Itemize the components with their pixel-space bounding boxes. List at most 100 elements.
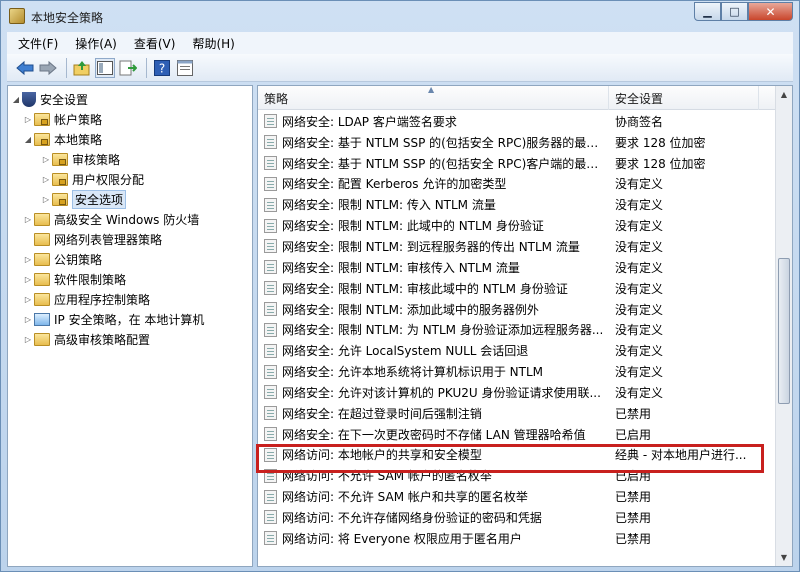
table-row[interactable]: 网络安全: 限制 NTLM: 传入 NTLM 流量 没有定义 (258, 194, 776, 215)
policy-name: 网络安全: 基于 NTLM SSP 的(包括安全 RPC)客户端的最小... (282, 156, 609, 171)
security-setting-value: 没有定义 (615, 344, 664, 359)
minimize-icon: ▁ (703, 5, 712, 18)
table-row[interactable]: 网络安全: 基于 NTLM SSP 的(包括安全 RPC)客户端的最小... 要求… (258, 153, 776, 174)
scroll-thumb[interactable] (778, 258, 790, 404)
properties-button[interactable] (175, 58, 195, 78)
maximize-button[interactable]: □ (721, 2, 748, 21)
table-row[interactable]: 网络安全: 限制 NTLM: 到远程服务器的传出 NTLM 流量 没有定义 (258, 236, 776, 257)
tree-item-account-policies[interactable]: ▷ 帐户策略 (22, 109, 102, 129)
policy-icon (264, 260, 277, 275)
collapsed-arrow-icon[interactable]: ▷ (22, 315, 34, 324)
tree-item-advanced-audit[interactable]: ▷ 高级审核策略配置 (22, 329, 150, 349)
locked-folder-icon (34, 132, 50, 146)
table-row[interactable]: 网络安全: 基于 NTLM SSP 的(包括安全 RPC)服务器的最小... 要求… (258, 132, 776, 153)
column-header-setting[interactable]: 安全设置 (609, 86, 759, 110)
policy-cell: 网络访问: 将 Everyone 权限应用于匿名用户 (258, 530, 609, 547)
policy-name: 网络访问: 将 Everyone 权限应用于匿名用户 (282, 531, 522, 546)
security-setting-value: 已禁用 (615, 490, 652, 505)
policy-cell: 网络安全: 限制 NTLM: 为 NTLM 身份验证添加远程服务器... (258, 321, 609, 338)
security-setting-value: 已禁用 (615, 531, 652, 546)
computer-icon (34, 312, 50, 326)
navigation-tree: ◢ 安全设置 ▷ 帐户策略 ◢ 本地策略 ▷ 审核策略 ▷ 用户权限分配 ▷ 安… (7, 85, 253, 567)
policy-icon (264, 218, 277, 233)
tree-item-label: 软件限制策略 (54, 272, 127, 287)
vertical-scrollbar[interactable]: ▲ ▼ (775, 86, 792, 566)
up-folder-button[interactable] (72, 58, 92, 78)
collapsed-arrow-icon[interactable]: ▷ (40, 195, 52, 204)
tree-item-ip-security[interactable]: ▷ IP 安全策略，在 本地计算机 (22, 309, 204, 329)
close-icon: ✕ (765, 4, 776, 19)
table-row[interactable]: 网络安全: 在超过登录时间后强制注销 已禁用 (258, 403, 776, 424)
policy-name: 网络安全: 允许对该计算机的 PKU2U 身份验证请求使用联... (282, 385, 601, 400)
policy-cell: 网络访问: 不允许 SAM 帐户和共享的匿名枚举 (258, 488, 609, 505)
tree-item-local-policies[interactable]: ◢ 本地策略 (22, 129, 102, 149)
tree-item-public-key[interactable]: ▷ 公钥策略 (22, 249, 102, 269)
column-header-policy[interactable]: ▲ 策略 (258, 86, 609, 110)
policy-icon (264, 322, 277, 337)
tree-item-firewall[interactable]: ▷ 高级安全 Windows 防火墙 (22, 209, 199, 229)
expanded-arrow-icon[interactable]: ◢ (22, 135, 34, 144)
scroll-up-icon[interactable]: ▲ (776, 86, 792, 103)
policy-name: 网络安全: 在下一次更改密码时不存储 LAN 管理器哈希值 (282, 427, 586, 442)
scroll-down-icon[interactable]: ▼ (776, 549, 792, 566)
locked-folder-icon (34, 112, 50, 126)
forward-button[interactable] (38, 58, 58, 78)
table-row[interactable]: 网络访问: 不允许存储网络身份验证的密码和凭据 已禁用 (258, 507, 776, 528)
help-button[interactable]: ? (152, 58, 172, 78)
tree-item-user-rights[interactable]: ▷ 用户权限分配 (40, 169, 144, 189)
show-tree-button[interactable] (95, 57, 115, 78)
security-settings-icon (22, 91, 36, 107)
table-row[interactable]: 网络安全: 限制 NTLM: 为 NTLM 身份验证添加远程服务器... 没有定义 (258, 319, 776, 340)
tree-item-label: 高级安全 Windows 防火墙 (54, 212, 200, 227)
title-bar[interactable]: 本地安全策略 ▁ □ ✕ (1, 1, 799, 31)
expanded-arrow-icon[interactable]: ◢ (10, 95, 22, 104)
table-row[interactable]: 网络安全: 在下一次更改密码时不存储 LAN 管理器哈希值 已启用 (258, 424, 776, 445)
table-row[interactable]: 网络安全: 允许本地系统将计算机标识用于 NTLM 没有定义 (258, 361, 776, 382)
policy-cell: 网络安全: LDAP 客户端签名要求 (258, 113, 609, 130)
table-row[interactable]: 网络安全: LDAP 客户端签名要求 协商签名 (258, 111, 776, 132)
policy-cell: 网络安全: 限制 NTLM: 审核传入 NTLM 流量 (258, 259, 609, 276)
collapsed-arrow-icon[interactable]: ▷ (22, 335, 34, 344)
security-setting-value: 没有定义 (615, 260, 664, 275)
highlight-annotation (256, 444, 764, 473)
minimize-button[interactable]: ▁ (694, 2, 721, 21)
tree-item-software-restriction[interactable]: ▷ 软件限制策略 (22, 269, 126, 289)
menu-view[interactable]: 查看(V) (123, 35, 182, 52)
tree-item-label: 应用程序控制策略 (54, 292, 151, 307)
policy-icon (264, 510, 277, 525)
menu-help[interactable]: 帮助(H) (181, 35, 240, 52)
collapsed-arrow-icon[interactable]: ▷ (22, 115, 34, 124)
tree-item-audit-policy[interactable]: ▷ 审核策略 (40, 149, 120, 169)
table-row[interactable]: 网络访问: 不允许 SAM 帐户和共享的匿名枚举 已禁用 (258, 486, 776, 507)
table-row[interactable]: 网络安全: 限制 NTLM: 审核传入 NTLM 流量 没有定义 (258, 257, 776, 278)
table-row[interactable]: 网络安全: 允许对该计算机的 PKU2U 身份验证请求使用联... 没有定义 (258, 382, 776, 403)
table-row[interactable]: 网络安全: 允许 LocalSystem NULL 会话回退 没有定义 (258, 340, 776, 361)
policy-cell: 网络安全: 限制 NTLM: 此域中的 NTLM 身份验证 (258, 217, 609, 234)
policy-icon (264, 135, 277, 150)
tree-item-security-options[interactable]: ▷ 安全选项 (40, 189, 127, 209)
policy-icon (264, 427, 277, 442)
tree-item-security-settings[interactable]: ◢ 安全设置 (10, 89, 88, 109)
policy-icon (264, 531, 277, 546)
policy-cell: 网络安全: 在超过登录时间后强制注销 (258, 405, 609, 422)
table-row[interactable]: 网络安全: 限制 NTLM: 此域中的 NTLM 身份验证 没有定义 (258, 215, 776, 236)
collapsed-arrow-icon[interactable]: ▷ (22, 215, 34, 224)
menu-action[interactable]: 操作(A) (64, 35, 123, 52)
table-row[interactable]: 网络访问: 将 Everyone 权限应用于匿名用户 已禁用 (258, 528, 776, 549)
back-button[interactable] (15, 58, 35, 78)
collapsed-arrow-icon[interactable]: ▷ (22, 295, 34, 304)
collapsed-arrow-icon[interactable]: ▷ (40, 175, 52, 184)
collapsed-arrow-icon[interactable]: ▷ (22, 255, 34, 264)
table-row[interactable]: 网络安全: 限制 NTLM: 审核此域中的 NTLM 身份验证 没有定义 (258, 278, 776, 299)
policy-name: 网络安全: 限制 NTLM: 为 NTLM 身份验证添加远程服务器... (282, 323, 604, 338)
tree-item-app-control[interactable]: ▷ 应用程序控制策略 (22, 289, 150, 309)
tree-item-label: 用户权限分配 (72, 172, 145, 187)
tree-item-network-list[interactable]: 网络列表管理器策略 (22, 229, 162, 249)
collapsed-arrow-icon[interactable]: ▷ (40, 155, 52, 164)
export-button[interactable] (118, 58, 138, 78)
collapsed-arrow-icon[interactable]: ▷ (22, 275, 34, 284)
menu-file[interactable]: 文件(F) (7, 35, 64, 52)
table-row[interactable]: 网络安全: 配置 Kerberos 允许的加密类型 没有定义 (258, 174, 776, 195)
close-button[interactable]: ✕ (748, 2, 793, 21)
table-row[interactable]: 网络安全: 限制 NTLM: 添加此域中的服务器例外 没有定义 (258, 299, 776, 320)
